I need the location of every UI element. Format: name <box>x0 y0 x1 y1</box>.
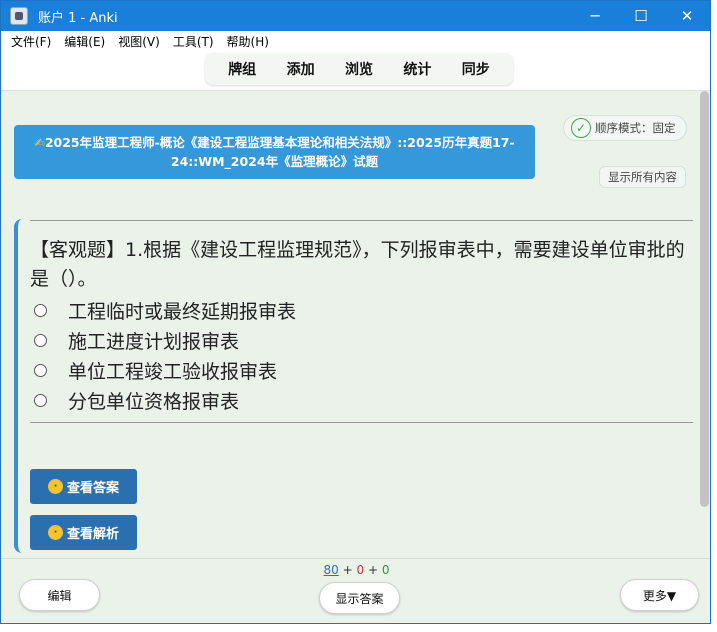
minimize-button[interactable]: ─ <box>572 1 618 31</box>
option-c[interactable]: 单位工程竣工验收报审表 <box>34 355 296 385</box>
menu-file[interactable]: 文件(F) <box>11 33 51 50</box>
deck-title: 2025年监理工程师-概论《建设工程监理基本理论和相关法规》::2025历年真题… <box>44 135 515 169</box>
option-label: 分包单位资格报审表 <box>68 390 240 413</box>
close-button[interactable]: ✕ <box>664 1 710 31</box>
deck-title-banner: ✍2025年监理工程师-概论《建设工程监理基本理论和相关法规》::2025历年真… <box>14 125 535 179</box>
order-mode-label: 顺序模式：固定 <box>595 121 676 135</box>
thinking-face-icon: · <box>47 525 63 540</box>
option-label: 工程临时或最终延期报审表 <box>68 300 297 323</box>
more-button[interactable]: 更多▼ <box>620 579 699 611</box>
scrollbar[interactable] <box>698 91 710 558</box>
option-label: 施工进度计划报审表 <box>68 330 240 353</box>
radio-button[interactable] <box>34 393 47 407</box>
option-a[interactable]: 工程临时或最终延期报审表 <box>34 295 296 325</box>
menu-help[interactable]: 帮助(H) <box>227 33 269 50</box>
option-b[interactable]: 施工进度计划报审表 <box>34 325 296 355</box>
card-area: ✍2025年监理工程师-概论《建设工程监理基本理论和相关法规》::2025历年真… <box>1 91 698 558</box>
order-mode-indicator[interactable]: ✓ 顺序模式：固定 <box>563 115 687 141</box>
divider-top <box>30 220 693 221</box>
thinking-face-icon: · <box>47 479 63 494</box>
options-list: 工程临时或最终延期报审表 施工进度计划报审表 单位工程竣工验收报审表 分包单位资… <box>34 295 296 415</box>
due-counts: 80 + 0 + 0 <box>1 563 710 577</box>
view-analysis-button[interactable]: · 查看解析 <box>30 515 137 550</box>
menu-edit[interactable]: 编辑(E) <box>64 33 105 50</box>
edit-button[interactable]: 编辑 <box>19 579 100 611</box>
radio-button[interactable] <box>34 303 47 317</box>
scrollbar-thumb[interactable] <box>700 91 709 507</box>
radio-button[interactable] <box>34 333 47 347</box>
divider-bottom <box>30 422 693 423</box>
new-count[interactable]: 80 <box>324 563 339 577</box>
view-analysis-label: 查看解析 <box>66 527 119 542</box>
check-icon: ✓ <box>571 118 591 138</box>
toolbar-add[interactable]: 添加 <box>287 59 315 79</box>
option-d[interactable]: 分包单位资格报审表 <box>34 385 296 415</box>
anki-app-icon <box>10 7 28 25</box>
review-count: 0 <box>381 563 390 577</box>
learn-count: 0 <box>356 563 365 577</box>
plus-sign: + <box>342 563 353 577</box>
main-toolbar: 牌组 添加 浏览 统计 同步 <box>205 53 513 85</box>
plus-sign: + <box>367 563 379 577</box>
show-answer-button[interactable]: 显示答案 <box>319 582 400 614</box>
question-text: 【客观题】1.根据《建设工程监理规范》，下列报审表中，需要建设单位审批的是（）。 <box>30 239 685 290</box>
menu-tools[interactable]: 工具(T) <box>173 33 214 50</box>
toolbar-browse[interactable]: 浏览 <box>345 59 373 79</box>
view-answer-label: 查看答案 <box>66 481 119 496</box>
window-title: 账户 1 - Anki <box>38 10 118 26</box>
title-bar: 账户 1 - Anki ─ ☐ ✕ <box>1 1 710 31</box>
toolbar-stats[interactable]: 统计 <box>403 59 431 79</box>
toolbar-area: 牌组 添加 浏览 统计 同步 <box>1 51 710 91</box>
toolbar-sync[interactable]: 同步 <box>462 59 490 79</box>
menu-bar: 文件(F) 编辑(E) 视图(V) 工具(T) 帮助(H) <box>1 31 710 51</box>
view-answer-button[interactable]: · 查看答案 <box>30 469 137 504</box>
anki-window: 账户 1 - Anki ─ ☐ ✕ 文件(F) 编辑(E) 视图(V) 工具(T… <box>0 0 711 624</box>
toolbar-decks[interactable]: 牌组 <box>228 59 256 79</box>
bottom-bar: 80 + 0 + 0 编辑 显示答案 更多▼ <box>1 558 710 623</box>
option-label: 单位工程竣工验收报审表 <box>68 360 278 383</box>
show-all-button[interactable]: 显示所有内容 <box>599 166 686 188</box>
radio-button[interactable] <box>34 363 47 377</box>
writing-hand-icon: ✍ <box>34 135 45 150</box>
menu-view[interactable]: 视图(V) <box>118 33 160 50</box>
maximize-button[interactable]: ☐ <box>618 1 664 31</box>
